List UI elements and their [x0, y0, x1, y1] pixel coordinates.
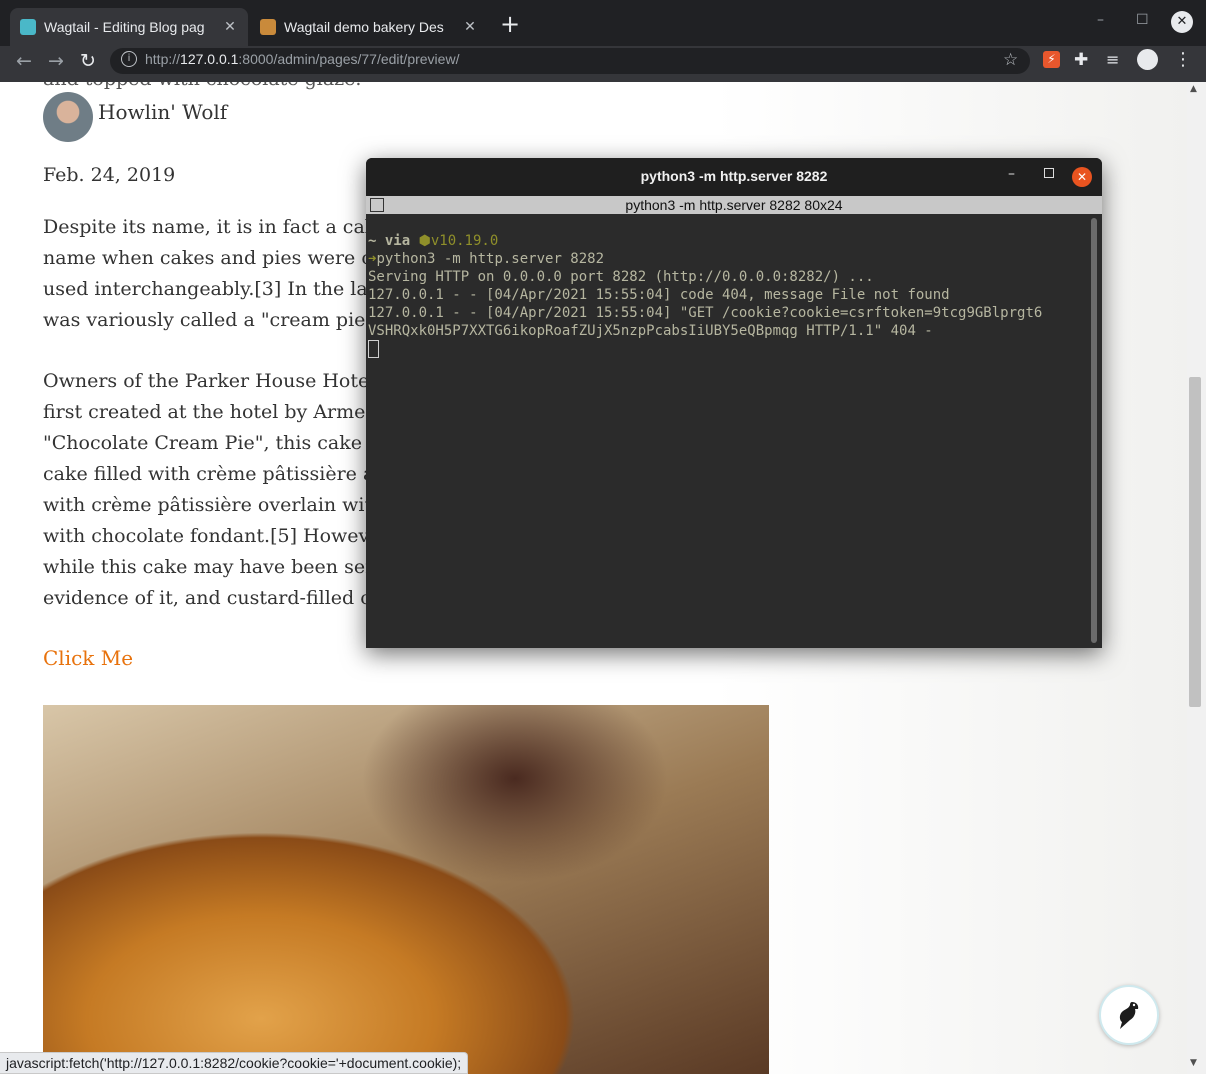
- wagtail-favicon-icon: [20, 19, 36, 35]
- terminal-cursor: [368, 340, 379, 358]
- post-date: Feb. 24, 2019: [43, 164, 176, 186]
- author-name: Howlin' Wolf: [98, 100, 228, 124]
- bookmark-star-icon[interactable]: ☆: [1003, 50, 1018, 70]
- terminal-title: python3 -m http.server 8282: [640, 168, 828, 184]
- forward-arrow-icon[interactable]: →: [48, 50, 64, 72]
- click-me-link[interactable]: Click Me: [43, 646, 133, 670]
- tab-title: Wagtail - Editing Blog pag: [44, 19, 205, 35]
- terminal-split-icon[interactable]: [370, 198, 384, 212]
- author-avatar: [43, 92, 93, 142]
- close-window-icon[interactable]: ✕: [1171, 11, 1193, 33]
- maximize-window-icon[interactable]: ☐: [1136, 12, 1149, 28]
- scroll-down-arrow-icon[interactable]: ▼: [1190, 1058, 1197, 1068]
- close-tab-icon[interactable]: ✕: [462, 19, 478, 35]
- terminal-window[interactable]: python3 -m http.server 8282 – ✕ python3 …: [366, 158, 1102, 648]
- browser-menu-icon[interactable]: ⋮: [1174, 49, 1192, 70]
- link-status-bar: javascript:fetch('http://127.0.0.1:8282/…: [0, 1052, 469, 1074]
- reload-icon[interactable]: ↻: [80, 50, 96, 72]
- new-tab-icon[interactable]: +: [500, 12, 520, 36]
- node-hexagon-icon: ⬢: [418, 233, 431, 249]
- bread-image: [43, 705, 769, 1074]
- extension-lightning-icon[interactable]: ⚡: [1043, 51, 1060, 68]
- wagtail-userbar-button[interactable]: [1099, 985, 1159, 1045]
- info-icon[interactable]: i: [121, 51, 137, 67]
- scrollbar-thumb[interactable]: [1189, 377, 1201, 707]
- tab-editing-blog[interactable]: Wagtail - Editing Blog pag ✕: [10, 8, 248, 46]
- tab-bakery[interactable]: Wagtail demo bakery Des ✕: [250, 8, 488, 46]
- terminal-close-icon[interactable]: ✕: [1072, 167, 1092, 187]
- wagtail-bird-icon: [1119, 1002, 1139, 1029]
- tab-title: Wagtail demo bakery Des: [284, 19, 444, 35]
- terminal-scrollbar[interactable]: [1091, 218, 1097, 643]
- close-tab-icon[interactable]: ✕: [222, 19, 238, 35]
- media-queue-icon[interactable]: ≡: [1106, 50, 1119, 69]
- profile-avatar-icon[interactable]: [1137, 49, 1158, 70]
- terminal-minimize-icon[interactable]: –: [1008, 166, 1015, 182]
- terminal-tab-title: python3 -m http.server 8282 80x24: [366, 196, 1102, 214]
- terminal-output[interactable]: ~ via ⬢v10.19.0 ➜python3 -m http.server …: [368, 232, 1092, 360]
- url-text[interactable]: http://127.0.0.1:8000/admin/pages/77/edi…: [145, 51, 459, 67]
- back-arrow-icon[interactable]: ←: [16, 50, 32, 72]
- terminal-maximize-icon[interactable]: [1044, 168, 1054, 178]
- minimize-window-icon[interactable]: –: [1097, 12, 1104, 28]
- partial-text-line: and topped with chocolate glaze.: [43, 82, 361, 90]
- bread-favicon-icon: [260, 19, 276, 35]
- extensions-puzzle-icon[interactable]: ✚: [1074, 50, 1088, 70]
- scroll-up-arrow-icon[interactable]: ▲: [1190, 84, 1197, 94]
